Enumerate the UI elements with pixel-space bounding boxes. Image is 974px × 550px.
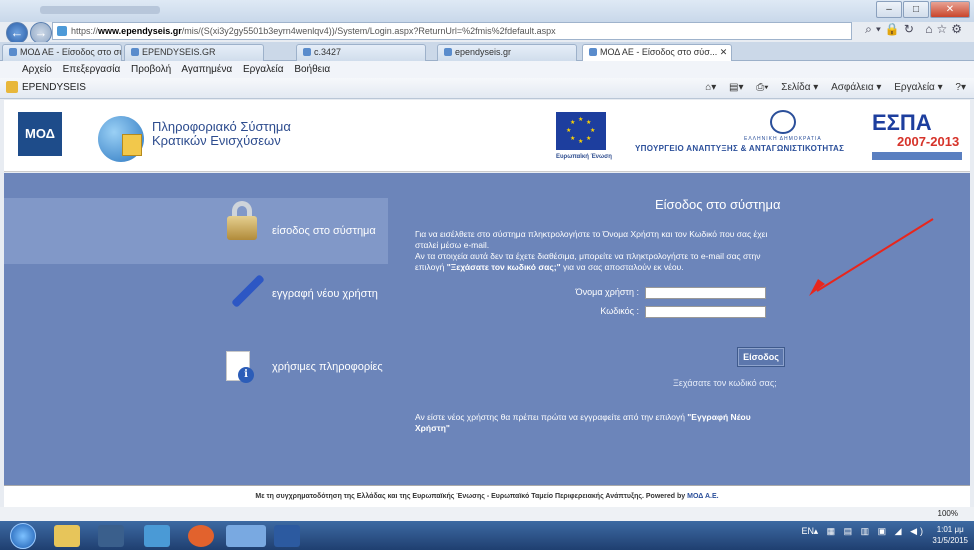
ministry-name: ΥΠΟΥΡΓΕΙΟ ΑΝΑΠΤΥΞΗΣ & ΑΝΤΑΓΩΝΙΣΤΙΚΟΤΗΤΑΣ — [635, 144, 845, 153]
back-button[interactable]: ← — [6, 22, 28, 44]
command-tools[interactable]: Εργαλεία ▾ — [894, 82, 942, 93]
command-safety[interactable]: Ασφάλεια ▾ — [831, 82, 881, 93]
page-favicon — [131, 48, 139, 56]
url-prefix: https:// — [71, 26, 99, 36]
status-bar: 100% — [0, 507, 974, 521]
login-title: Είσοδος στο σύστημα — [655, 197, 781, 212]
password-input[interactable] — [645, 306, 766, 318]
print-icon[interactable]: ⎙▾ — [756, 82, 768, 93]
tab-4[interactable]: ependyseis.gr — [437, 44, 577, 61]
eu-caption: Ευρωπαϊκή Ένωση — [556, 154, 612, 160]
page-favicon — [303, 48, 311, 56]
system-title: Πληροφοριακό Σύστημα Κρατικών Ενισχύσεων — [152, 119, 291, 148]
username-label: Όνομα χρήστη : — [575, 287, 639, 297]
media-player-icon[interactable] — [98, 525, 124, 547]
feeds-icon[interactable]: ▤▾ — [729, 82, 743, 93]
login-instructions: Για να εισέλθετε στο σύστημα πληκτρολογή… — [415, 229, 768, 272]
forgot-password-link[interactable]: Ξεχάσατε τον κωδικό σας; — [673, 378, 777, 388]
start-button[interactable] — [10, 523, 36, 549]
word-icon[interactable] — [274, 525, 300, 547]
address-bar[interactable]: https://www.ependyseis.gr/mis/(S(xi3y2gy… — [52, 22, 852, 40]
address-row: ← → https://www.ependyseis.gr/mis/(S(xi3… — [0, 0, 974, 44]
windows-taskbar: EN ▴ ▦ ▤ ▥ ▣ ◢ ◀) 1:01 μμ 31/5/2015 — [0, 521, 974, 550]
eu-flag-icon: ★ ★ ★ ★ ★ ★ ★ ★ — [556, 112, 606, 150]
republic-caption: ΕΛΛΗΝΙΚΗ ΔΗΜΟΚΡΑΤΙΑ — [744, 136, 822, 142]
forward-button[interactable]: → — [30, 22, 52, 44]
username-input[interactable] — [645, 287, 766, 299]
password-label: Κωδικός : — [600, 306, 639, 316]
favorites-bar: EPENDYSEIS ⌂▾ ▤▾ ⎙▾ Σελίδα ▾ Ασφάλεια ▾ … — [0, 78, 974, 99]
url-path: /mis/(S(xi3y2gy5501b3eyrn4wenlqv4))/Syst… — [181, 26, 556, 36]
padlock-icon-body — [227, 216, 257, 240]
internet-explorer-icon[interactable] — [226, 525, 266, 547]
favorite-link[interactable]: EPENDYSEIS — [22, 78, 86, 98]
url-host: www.ependyseis.gr — [98, 26, 182, 36]
menu-view[interactable]: Προβολή — [131, 64, 171, 75]
document-icon — [122, 134, 142, 156]
sidebar-item-info-label[interactable]: χρήσιμες πληροφορίες — [272, 361, 383, 373]
moa-logo[interactable]: ΜΟΔ — [18, 112, 62, 156]
espa-years: 2007-2013 — [897, 134, 960, 149]
login-panel: Είσοδος στο σύστημα Για να εισέλθετε στο… — [407, 183, 792, 448]
new-user-note: Αν είστε νέος χρήστης θα πρέπει πρώτα να… — [415, 412, 751, 433]
address-tools[interactable]: ⌕▾🔒↻ ⌂☆⚙ — [865, 22, 966, 37]
footer-company-link[interactable]: ΜΟΔ Α.Ε. — [687, 493, 718, 500]
red-arrow-annotation — [809, 218, 934, 296]
tab-3[interactable]: c.3427 — [296, 44, 426, 61]
site-header: ΜΟΔ Πληροφοριακό Σύστημα Κρατικών Ενισχύ… — [4, 100, 970, 172]
command-bar: ⌂▾ ▤▾ ⎙▾ Σελίδα ▾ Ασφάλεια ▾ Εργαλεία ▾ … — [695, 78, 966, 98]
zoom-level[interactable]: 100% — [938, 507, 958, 521]
explorer-icon[interactable] — [54, 525, 80, 547]
clock[interactable]: 1:01 μμ 31/5/2015 — [932, 524, 968, 546]
messenger-icon[interactable] — [144, 525, 170, 547]
login-button[interactable]: Είσοδος — [737, 347, 785, 367]
menu-help[interactable]: Βοήθεια — [294, 64, 330, 75]
menu-tools[interactable]: Εργαλεία — [243, 64, 284, 75]
page-favicon — [444, 48, 452, 56]
help-icon[interactable]: ?▾ — [955, 82, 966, 93]
tab-1[interactable]: ΜΟΔ ΑΕ - Είσοδος στο σύστημα — [2, 44, 122, 61]
sidebar-item-login-label[interactable]: είσοδος στο σύστημα — [272, 225, 376, 237]
command-page[interactable]: Σελίδα ▾ — [781, 82, 818, 93]
tab-strip: ΜΟΔ ΑΕ - Είσοδος στο σύστημα EPENDYSEIS.… — [0, 42, 974, 61]
menu-bar: Αρχείο Επεξεργασία Προβολή Αγαπημένα Εργ… — [0, 61, 974, 78]
sidebar-item-register-label[interactable]: εγγραφή νέου χρήστη — [272, 288, 378, 300]
page-favicon — [9, 48, 17, 56]
espa-logo: ΕΣΠΑ — [872, 110, 932, 135]
info-icon: i — [238, 367, 254, 383]
chrome-icon[interactable] — [188, 525, 214, 547]
secure-lock-icon — [57, 26, 67, 36]
favorites-star-icon[interactable] — [6, 81, 18, 93]
page-favicon — [589, 48, 597, 56]
language-indicator[interactable]: EN — [801, 526, 814, 536]
menu-edit[interactable]: Επεξεργασία — [63, 64, 121, 75]
tab-active[interactable]: ΜΟΔ ΑΕ - Είσοδος στο σύσ... ✕ — [582, 44, 732, 61]
greek-emblem-icon — [770, 110, 796, 134]
tab-2[interactable]: EPENDYSEIS.GR — [124, 44, 264, 61]
home-icon[interactable]: ⌂▾ — [705, 82, 716, 93]
menu-favorites[interactable]: Αγαπημένα — [181, 64, 232, 75]
espa-bar — [872, 152, 962, 160]
page-footer: Με τη συγχρηματοδότηση της Ελλάδας και τ… — [4, 485, 970, 507]
tray-icons[interactable]: ▴ ▦ ▤ ▥ ▣ ◢ ◀) — [814, 526, 926, 537]
menu-file[interactable]: Αρχείο — [22, 64, 52, 75]
pen-icon — [231, 274, 265, 308]
